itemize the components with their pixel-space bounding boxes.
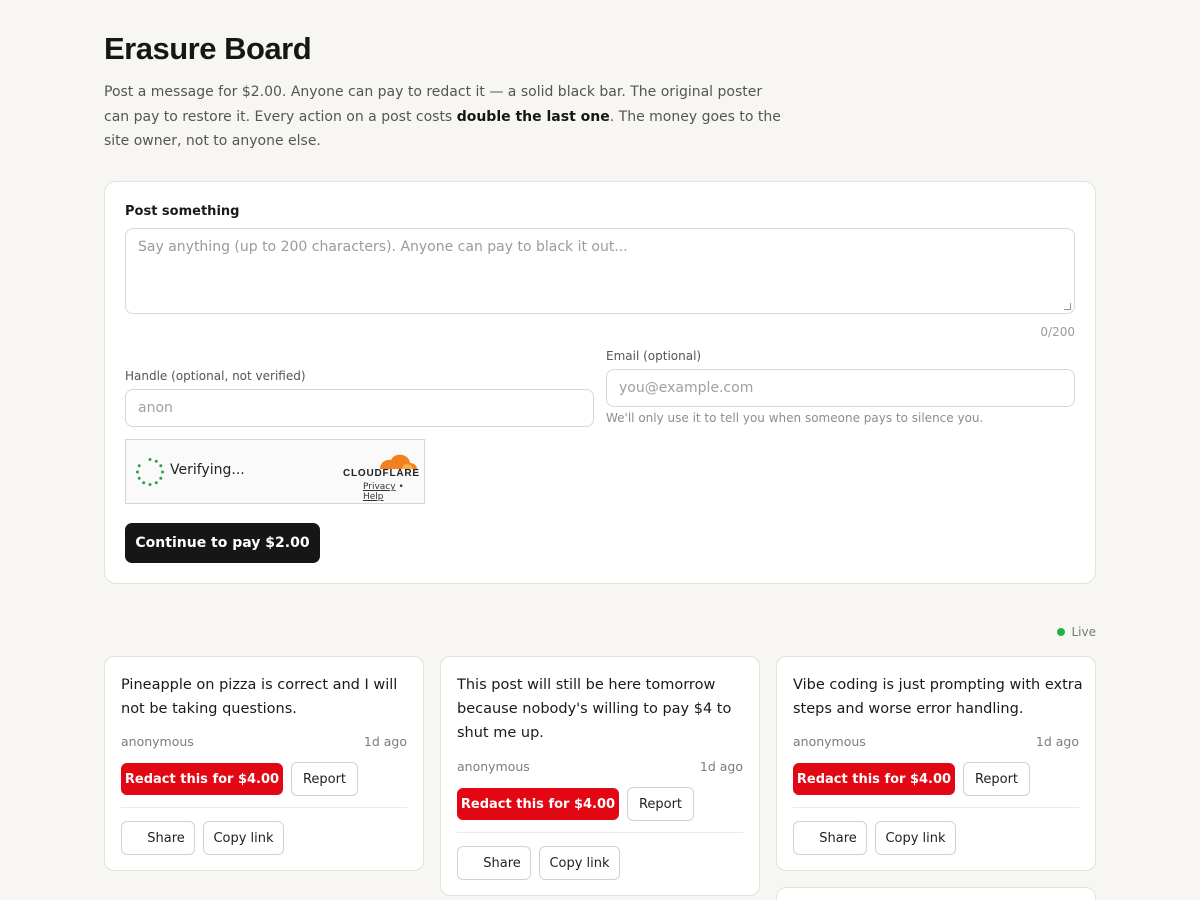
form-heading: Post something — [125, 204, 240, 219]
post-author: anonymous — [793, 734, 866, 749]
live-dot-icon — [1057, 628, 1066, 636]
page: Erasure Board Post a message for $2.00. … — [104, 30, 1096, 639]
post-card: Vibe coding is just prompting with extra… — [776, 656, 1096, 871]
loading-spinner-icon — [136, 458, 164, 486]
post-meta: anonymous 1d ago — [121, 734, 407, 749]
redact-button[interactable]: Redact this for $4.00 — [121, 763, 283, 795]
copy-link-button[interactable]: Copy link — [203, 821, 284, 855]
link-separator: • — [398, 482, 404, 492]
share-button[interactable]: Share — [121, 821, 195, 855]
copy-link-button[interactable]: Copy link — [875, 821, 956, 855]
help-link[interactable]: Help — [363, 492, 384, 502]
captcha-status: Verifying... — [170, 462, 245, 478]
privacy-link[interactable]: Privacy — [363, 482, 396, 492]
post-card: Pineapple on pizza is correct and I will… — [104, 656, 424, 871]
post-text: Vibe coding is just prompting with extra… — [793, 677, 1083, 718]
redact-button[interactable]: Redact this for $4.00 — [793, 763, 955, 795]
live-label: Live — [1071, 625, 1096, 639]
message-placeholder: Say anything (up to 200 characters). Any… — [138, 239, 628, 255]
divider — [793, 807, 1079, 808]
post-meta: anonymous 1d ago — [457, 759, 743, 774]
post-time: 1d ago — [1035, 734, 1079, 749]
redact-button[interactable]: Redact this for $4.00 — [457, 788, 619, 820]
report-button[interactable]: Report — [627, 787, 694, 821]
post-text: This post will still be here tomorrow be… — [457, 677, 732, 742]
handle-label: Handle (optional, not verified) — [125, 369, 306, 383]
post-form-card: Post something Say anything (up to 200 c… — [104, 181, 1096, 584]
post-meta: anonymous 1d ago — [793, 734, 1079, 749]
continue-to-pay-button[interactable]: Continue to pay $2.00 — [125, 523, 320, 563]
email-placeholder: you@example.com — [619, 380, 754, 396]
email-hint: We'll only use it to tell you when someo… — [606, 411, 984, 425]
post-author: anonymous — [121, 734, 194, 749]
post-time: 1d ago — [363, 734, 407, 749]
report-button[interactable]: Report — [963, 762, 1030, 796]
page-intro: Post a message for $2.00. Anyone can pay… — [104, 80, 784, 154]
post-card: This post will still be here tomorrow be… — [440, 656, 760, 896]
resize-handle[interactable] — [1064, 303, 1071, 310]
share-button[interactable]: Share — [457, 846, 531, 880]
divider — [457, 832, 743, 833]
handle-input[interactable]: anon — [125, 389, 594, 427]
message-textarea[interactable]: Say anything (up to 200 characters). Any… — [125, 228, 1075, 314]
handle-placeholder: anon — [138, 400, 173, 416]
post-card-partial — [776, 887, 1096, 900]
share-button[interactable]: Share — [793, 821, 867, 855]
captcha-links: Privacy • Help — [363, 482, 424, 502]
divider — [121, 807, 407, 808]
post-author: anonymous — [457, 759, 530, 774]
intro-emphasis: double the last one — [456, 108, 610, 125]
post-time: 1d ago — [699, 759, 743, 774]
char-counter: 0/200 — [1040, 325, 1075, 339]
email-input[interactable]: you@example.com — [606, 369, 1075, 407]
captcha-widget[interactable]: Verifying... CLOUDFLARE Privacy • Help — [125, 439, 425, 504]
live-indicator: Live — [1057, 625, 1096, 639]
report-button[interactable]: Report — [291, 762, 358, 796]
email-label: Email (optional) — [606, 349, 702, 363]
copy-link-button[interactable]: Copy link — [539, 846, 620, 880]
cloudflare-wordmark: CLOUDFLARE — [343, 468, 420, 479]
page-title: Erasure Board — [104, 31, 312, 66]
post-text: Pineapple on pizza is correct and I will… — [121, 677, 398, 718]
